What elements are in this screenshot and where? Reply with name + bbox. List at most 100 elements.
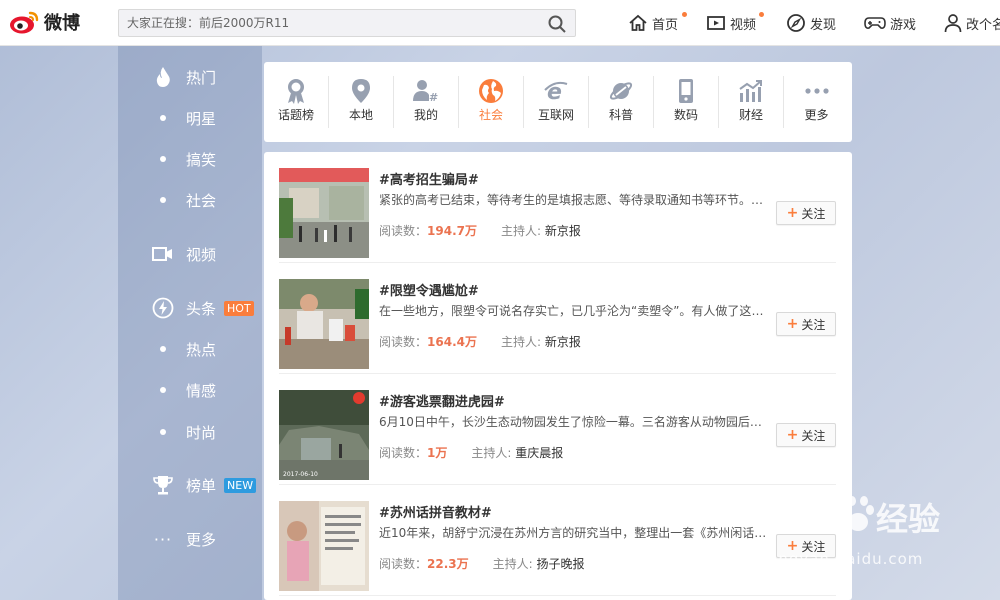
topic-title[interactable]: #限塑令遇尴尬# [379, 280, 479, 299]
tab-label: 我的 [413, 108, 438, 122]
stock-chart-icon [739, 80, 762, 102]
host-name[interactable]: 新京报 [545, 224, 581, 238]
sidebar-item-video[interactable]: 视频 [150, 242, 216, 266]
follow-label: 关注 [801, 206, 826, 221]
reads-count: 22.3万 [427, 557, 469, 571]
search-icon[interactable] [547, 14, 567, 34]
user-hash-icon: # [413, 80, 438, 103]
sidebar-item-label: 热门 [186, 68, 217, 87]
ellipsis-icon: ··· [153, 529, 173, 549]
topic-item: #限塑令遇尴尬# 在一些地方，限塑令可说名存实亡，已几乎沦为“卖塑令”。有人做了… [279, 263, 836, 374]
sidebar-item-rankings[interactable]: 榜单 NEW [150, 473, 257, 497]
weibo-logo[interactable]: 微博 [8, 8, 88, 36]
topic-item: #苏州话拼音教材# 近10年来，胡舒宁沉浸在苏州方言的研究当中，整理出一套《苏州… [279, 485, 836, 596]
watermark-brand: Bai [768, 492, 833, 533]
trophy-icon [153, 476, 173, 495]
sidebar-item-label: 搞笑 [186, 150, 217, 169]
sidebar-item-label: 更多 [186, 530, 217, 549]
sidebar-item-label: 头条 [186, 299, 217, 318]
topic-thumbnail[interactable] [279, 501, 369, 591]
top-bar: 微博 首页 视频 发现 [0, 0, 1000, 46]
tab-digital[interactable]: 数码 [654, 76, 719, 128]
topic-description: 近10年来，胡舒宁沉浸在苏州方言的研究当中，整理出一套《苏州闲话拼... [379, 526, 769, 540]
sidebar-item-trending[interactable]: 热点 [150, 337, 216, 361]
nav-home-label: 首页 [652, 17, 679, 33]
nav-profile[interactable]: 改个名 [944, 10, 1000, 36]
nav-home[interactable]: 首页 [628, 10, 687, 36]
notification-dot [682, 12, 687, 17]
sidebar-item-fashion[interactable]: 时尚 [150, 420, 216, 444]
category-bar: 话题榜 本地 # 我的 社会 e 互联网 科普 数码 财经 更多 [264, 62, 852, 142]
host-label: 主持人: [492, 557, 533, 571]
search-box [118, 9, 576, 37]
topic-item: #高考招生骗局# 紧张的高考已结束，等待考生的是填报志愿、等待录取通知书等环节。… [279, 152, 836, 263]
nav-games[interactable]: 游戏 [864, 10, 916, 36]
plus-icon: + [786, 316, 799, 332]
sidebar-item-funny[interactable]: 搞笑 [150, 147, 216, 171]
follow-button[interactable]: + 关注 [776, 201, 836, 225]
topic-meta: 阅读数：164.4万 主持人: 新京报 [379, 333, 581, 350]
sidebar-item-more[interactable]: ··· 更多 [150, 527, 216, 551]
topic-title[interactable]: #游客逃票翻进虎园# [379, 391, 505, 410]
follow-label: 关注 [801, 317, 826, 332]
sidebar-item-headlines[interactable]: 头条 HOT [150, 296, 254, 320]
topic-title[interactable]: #高考招生骗局# [379, 169, 479, 188]
tab-label: 话题榜 [277, 108, 314, 122]
logo-text: 微博 [44, 13, 80, 34]
search-input[interactable] [119, 10, 539, 36]
tab-society[interactable]: 社会 [459, 76, 524, 128]
paw-icon [842, 496, 874, 531]
tab-finance[interactable]: 财经 [719, 76, 784, 128]
sidebar-item-hot[interactable]: 热门 [150, 65, 216, 89]
bullet-icon [160, 387, 166, 393]
sidebar-item-label: 社会 [186, 191, 217, 210]
tab-internet[interactable]: e 互联网 [524, 76, 589, 128]
follow-label: 关注 [801, 428, 826, 443]
tab-topic-list[interactable]: 话题榜 [264, 76, 329, 128]
more-dots-icon [804, 88, 829, 94]
host-name[interactable]: 重庆晨报 [515, 446, 563, 460]
baidu-jingyan-watermark: Bai 经验 jingyan.baidu.com [768, 488, 998, 578]
host-name[interactable]: 扬子晚报 [537, 557, 585, 571]
lightning-icon [152, 297, 174, 319]
tab-local[interactable]: 本地 [329, 76, 394, 128]
tab-mine[interactable]: # 我的 [394, 76, 459, 128]
svg-text:#: # [429, 91, 438, 103]
nav-discover[interactable]: 发现 [786, 10, 836, 36]
nav-video[interactable]: 视频 [706, 10, 764, 36]
sidebar-item-stars[interactable]: 明星 [150, 106, 216, 130]
topic-thumbnail[interactable] [279, 279, 369, 369]
home-icon [629, 14, 647, 31]
location-pin-icon [352, 79, 370, 103]
host-label: 主持人: [500, 224, 542, 238]
topic-title[interactable]: #苏州话拼音教材# [379, 502, 492, 521]
topic-description: 在一些地方，限塑令可说名存实亡，已几乎沦为“卖塑令”。有人做了这样... [379, 304, 769, 318]
sidebar-item-label: 情感 [186, 381, 217, 400]
topic-thumbnail[interactable] [279, 168, 369, 258]
bullet-icon [160, 115, 166, 121]
left-sidebar: 热门 明星 搞笑 社会 视频 头条 HOT 热点 情感 时尚 榜单 NEW ··… [118, 46, 262, 600]
sidebar-item-society[interactable]: 社会 [150, 188, 216, 212]
sidebar-item-label: 榜单 [186, 476, 217, 495]
tab-label: 社会 [478, 108, 503, 122]
topic-description: 紧张的高考已结束，等待考生的是填报志愿、等待录取通知书等环节。对... [379, 193, 769, 207]
nav-discover-label: 发现 [810, 17, 837, 33]
host-label: 主持人: [500, 335, 542, 349]
tab-science[interactable]: 科普 [589, 76, 654, 128]
bullet-icon [160, 197, 166, 203]
tab-more[interactable]: 更多 [784, 76, 849, 128]
sidebar-item-emotion[interactable]: 情感 [150, 378, 216, 402]
browser-e-icon: e [544, 80, 568, 104]
watermark-brand-2: 经验 [876, 500, 941, 538]
host-name[interactable]: 新京报 [545, 335, 581, 349]
sidebar-item-label: 热点 [186, 340, 217, 359]
topic-thumbnail[interactable]: 2017-06-10 [279, 390, 369, 480]
follow-button[interactable]: + 关注 [776, 312, 836, 336]
topic-meta: 阅读数：1万 主持人: 重庆晨报 [379, 444, 563, 461]
follow-button[interactable]: + 关注 [776, 423, 836, 447]
plus-icon: + [786, 427, 799, 443]
sidebar-item-label: 时尚 [186, 423, 217, 442]
tab-label: 本地 [348, 108, 373, 122]
notification-dot [759, 12, 764, 17]
nav-games-label: 游戏 [890, 17, 917, 33]
